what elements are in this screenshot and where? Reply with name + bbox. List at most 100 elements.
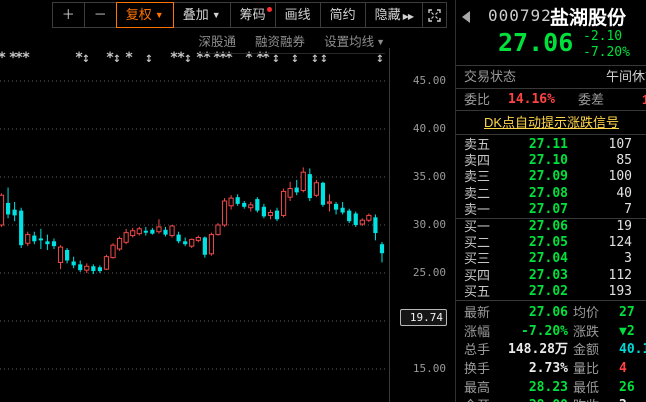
subtoolbar-item-ma-settings[interactable]: 设置均线▼ — [324, 31, 385, 50]
dk-signal-link[interactable]: DK点自动提示涨跌信号 — [484, 115, 619, 130]
candlestick-chart[interactable]: *****↕*↕*↕**↕********↕↕↕↕↕ — [0, 0, 455, 402]
toolbar-button-chip-distribution[interactable]: 筹码 — [230, 2, 276, 28]
candle — [163, 227, 167, 237]
order-book-row[interactable]: 卖二27.0840 — [456, 186, 646, 202]
order-level-label: 卖五 — [464, 137, 490, 153]
candle — [190, 238, 194, 248]
change-percent: -7.20% — [583, 45, 630, 60]
stat-label: 最高 — [464, 379, 490, 398]
y-axis-tick: 45.00 — [392, 74, 446, 87]
toolbar-button-adjust-price[interactable]: 复权▼ — [116, 2, 174, 28]
order-book-row[interactable]: 卖一27.077 — [456, 202, 646, 218]
candle — [347, 209, 351, 223]
stat-value: 4 — [619, 360, 627, 379]
event-star-icon: * — [22, 50, 30, 66]
stat-label: 最低 — [573, 379, 599, 398]
candle — [72, 257, 76, 269]
candle — [150, 228, 154, 235]
toolbar-button-overlay[interactable]: 叠加▼ — [173, 2, 231, 28]
stat-row: 今开28.00昨收2 — [456, 397, 646, 402]
candle — [104, 255, 108, 270]
order-book: 卖五27.11107卖四27.1085卖三27.09100卖二27.0840卖一… — [456, 135, 646, 300]
weibi-row: 委比 14.16% 委差 1 — [456, 89, 646, 111]
kline-chart-pane: *****↕*↕*↕**↕********↕↕↕↕↕ 45.0040.0035.… — [0, 0, 455, 402]
candle — [255, 197, 259, 212]
candle — [196, 236, 200, 243]
candle — [91, 264, 95, 274]
subtoolbar-item-shenzhen-connect[interactable]: 深股通 — [199, 31, 237, 50]
event-updown-icon: ↕ — [113, 54, 121, 65]
candle — [236, 194, 240, 206]
candle — [229, 195, 233, 209]
toolbar-button-label: 画线 — [285, 7, 311, 22]
change-amount: -2.10 — [583, 29, 622, 44]
order-book-row[interactable]: 卖五27.11107 — [456, 137, 646, 153]
subtoolbar-item-margin-trading[interactable]: 融资融券 — [255, 31, 305, 50]
order-book-row[interactable]: 买二27.05124 — [456, 235, 646, 251]
order-book-row[interactable]: 买三27.043 — [456, 251, 646, 267]
toolbar-button-hide[interactable]: 隐藏▶▶ — [365, 2, 423, 28]
order-quantity: 7 — [566, 202, 632, 218]
candle — [170, 225, 174, 237]
candle — [288, 182, 292, 201]
stat-value: -7.20% — [492, 323, 568, 342]
candle — [52, 238, 56, 249]
order-quantity: 107 — [566, 137, 632, 153]
chevron-down-icon: ▼ — [376, 37, 385, 47]
candle — [341, 202, 345, 214]
order-quantity: 100 — [566, 169, 632, 185]
toolbar-button-label: 隐藏 — [375, 7, 401, 22]
candle — [242, 201, 246, 209]
candle — [183, 237, 187, 246]
stat-label: 金额 — [573, 341, 599, 360]
trading-status-row: 交易状态 午间休市 — [456, 66, 646, 89]
stat-value: 2 — [619, 397, 627, 402]
order-book-row[interactable]: 卖三27.09100 — [456, 169, 646, 185]
candle — [334, 202, 338, 214]
chevron-down-icon: ▼ — [212, 10, 221, 20]
event-star-icon: * — [125, 50, 133, 66]
order-book-row[interactable]: 买一27.0619 — [456, 218, 646, 235]
chart-subtoolbar: 深股通融资融券设置均线▼ — [199, 31, 385, 54]
event-updown-icon: ↕ — [376, 54, 384, 65]
order-level-label: 卖一 — [464, 202, 490, 218]
toolbar-button-fullscreen[interactable] — [422, 2, 447, 28]
candle — [321, 182, 325, 207]
toolbar-button-zoom-out[interactable]: － — [84, 2, 117, 28]
candle — [262, 204, 266, 218]
stat-label: 昨收 — [573, 397, 599, 402]
candle — [301, 167, 305, 192]
order-book-row[interactable]: 卖四27.1085 — [456, 153, 646, 169]
toolbar-button-draw-line[interactable]: 画线 — [275, 2, 321, 28]
weibi-value: 14.16% — [508, 89, 555, 110]
toolbar-button-label: 筹码 — [240, 7, 266, 22]
event-updown-icon: ↕ — [184, 54, 192, 65]
y-axis-tick: 35.00 — [392, 170, 446, 183]
stat-value: 27 — [619, 304, 635, 323]
toolbar-button-zoom-in[interactable]: ＋ — [52, 2, 85, 28]
candle — [58, 245, 62, 269]
stat-row: 涨幅-7.20%涨跌▼2 — [456, 323, 646, 342]
back-icon[interactable] — [462, 11, 470, 23]
stat-value: ▼2 — [619, 323, 635, 342]
stat-value: 40.1 — [619, 341, 646, 360]
chart-toolbar: ＋－复权▼叠加▼ 筹码 画线简约隐藏▶▶ — [53, 2, 447, 28]
order-book-row[interactable]: 买四27.03112 — [456, 268, 646, 284]
event-updown-icon: ↕ — [145, 54, 153, 65]
fullscreen-icon — [428, 9, 441, 22]
candle — [203, 237, 207, 258]
candle — [78, 261, 82, 273]
toolbar-button-simple-mode[interactable]: 简约 — [320, 2, 366, 28]
order-level-label: 卖四 — [464, 153, 490, 169]
candle — [26, 232, 30, 246]
candle — [85, 263, 89, 273]
candle — [275, 208, 279, 221]
stat-label: 涨幅 — [464, 323, 490, 342]
order-price: 27.05 — [500, 235, 568, 251]
order-book-row[interactable]: 买五27.02193 — [456, 284, 646, 300]
event-updown-icon: ↕ — [291, 54, 299, 65]
order-level-label: 买五 — [464, 284, 490, 300]
candle — [111, 243, 115, 258]
candle — [209, 233, 213, 256]
order-quantity: 19 — [566, 219, 632, 235]
